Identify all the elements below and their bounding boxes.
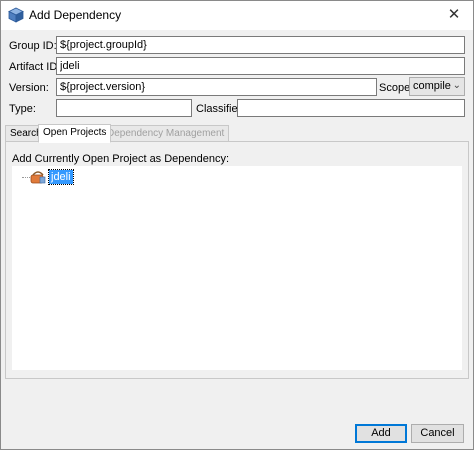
title-bar: Add Dependency ✕ <box>1 1 473 30</box>
close-button[interactable]: ✕ <box>443 3 465 27</box>
version-label: Version: <box>9 82 49 94</box>
dialog-title: Add Dependency <box>29 8 122 22</box>
version-input[interactable] <box>56 78 377 96</box>
chevron-down-icon: ⌄ <box>452 80 461 91</box>
close-icon: ✕ <box>447 6 461 23</box>
classifier-input[interactable] <box>237 99 465 117</box>
type-input[interactable] <box>56 99 192 117</box>
project-tree[interactable]: jdeli <box>12 166 462 370</box>
group-id-label: Group ID: <box>9 40 57 52</box>
add-dependency-dialog: Add Dependency ✕ Group ID: Artifact ID: … <box>0 0 474 450</box>
scope-dropdown[interactable]: compile ⌄ <box>409 77 465 96</box>
scope-selected-value: compile <box>413 80 451 92</box>
artifact-id-input[interactable] <box>56 57 465 75</box>
tree-item-jdeli[interactable]: jdeli <box>48 169 74 185</box>
open-projects-panel: Add Currently Open Project as Dependency… <box>5 141 469 379</box>
cube-icon <box>8 7 24 23</box>
maven-project-icon <box>30 171 46 184</box>
tab-open-projects[interactable]: Open Projects <box>38 124 112 143</box>
panel-heading: Add Currently Open Project as Dependency… <box>12 153 230 165</box>
add-button[interactable]: Add <box>355 424 407 443</box>
group-id-input[interactable] <box>56 36 465 54</box>
type-label: Type: <box>9 103 36 115</box>
artifact-id-label: Artifact ID: <box>9 61 61 73</box>
cancel-button[interactable]: Cancel <box>411 424 464 443</box>
